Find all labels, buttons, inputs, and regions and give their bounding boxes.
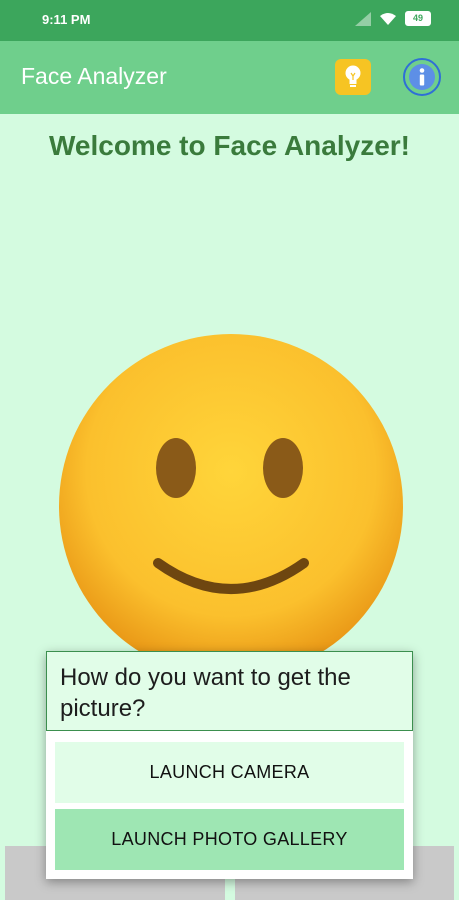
status-icons: 49 [355, 11, 431, 26]
source-dialog: How do you want to get the picture? LAUN… [46, 651, 413, 879]
welcome-heading: Welcome to Face Analyzer! [48, 130, 410, 161]
signal-icon [355, 11, 371, 26]
dialog-header: How do you want to get the picture? [46, 651, 413, 731]
dialog-question: How do you want to get the picture? [60, 664, 351, 722]
status-time: 9:11 PM [42, 12, 91, 27]
status-bar: 9:11 PM 49 [0, 0, 459, 41]
app-bar: Face Analyzer [0, 41, 459, 114]
launch-camera-button[interactable]: LAUNCH CAMERA [55, 742, 404, 803]
launch-photo-gallery-button[interactable]: LAUNCH PHOTO GALLERY [55, 809, 404, 870]
wifi-icon [380, 12, 396, 25]
battery-icon: 49 [405, 11, 431, 26]
smiley-face-image [59, 334, 403, 678]
info-icon [409, 64, 435, 90]
lightbulb-icon [345, 65, 361, 87]
app-title: Face Analyzer [21, 63, 167, 89]
lightbulb-button[interactable] [335, 59, 371, 95]
info-button[interactable] [403, 58, 441, 96]
